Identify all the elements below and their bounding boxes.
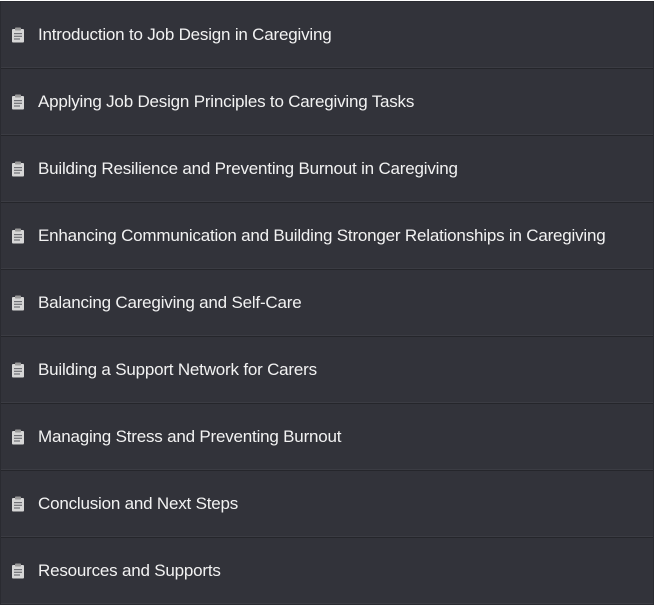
lesson-item[interactable]: Managing Stress and Preventing Burnout (1, 404, 653, 471)
lesson-title: Applying Job Design Principles to Caregi… (38, 92, 415, 111)
lesson-title: Conclusion and Next Steps (38, 494, 239, 513)
lesson-title: Enhancing Communication and Building Str… (38, 226, 606, 245)
clipboard-icon (12, 94, 24, 110)
lesson-title: Resources and Supports (38, 561, 221, 580)
clipboard-icon (12, 429, 24, 445)
lesson-title: Building Resilience and Preventing Burno… (38, 159, 458, 178)
lesson-item[interactable]: Balancing Caregiving and Self-Care (1, 270, 653, 337)
lesson-title: Building a Support Network for Carers (38, 360, 317, 379)
lesson-title: Balancing Caregiving and Self-Care (38, 293, 302, 312)
lesson-item[interactable]: Conclusion and Next Steps (1, 471, 653, 538)
lesson-item[interactable]: Introduction to Job Design in Caregiving (1, 2, 653, 69)
clipboard-icon (12, 496, 24, 512)
lesson-item[interactable]: Building Resilience and Preventing Burno… (1, 136, 653, 203)
lesson-list: Introduction to Job Design in Caregiving… (0, 1, 654, 605)
lesson-item[interactable]: Enhancing Communication and Building Str… (1, 203, 653, 270)
clipboard-icon (12, 295, 24, 311)
clipboard-icon (12, 228, 24, 244)
lesson-item[interactable]: Building a Support Network for Carers (1, 337, 653, 404)
lesson-item[interactable]: Applying Job Design Principles to Caregi… (1, 69, 653, 136)
lesson-item[interactable]: Resources and Supports (1, 538, 653, 604)
clipboard-icon (12, 563, 24, 579)
clipboard-icon (12, 362, 24, 378)
lesson-title: Managing Stress and Preventing Burnout (38, 427, 342, 446)
clipboard-icon (12, 27, 24, 43)
lesson-title: Introduction to Job Design in Caregiving (38, 25, 332, 44)
clipboard-icon (12, 161, 24, 177)
